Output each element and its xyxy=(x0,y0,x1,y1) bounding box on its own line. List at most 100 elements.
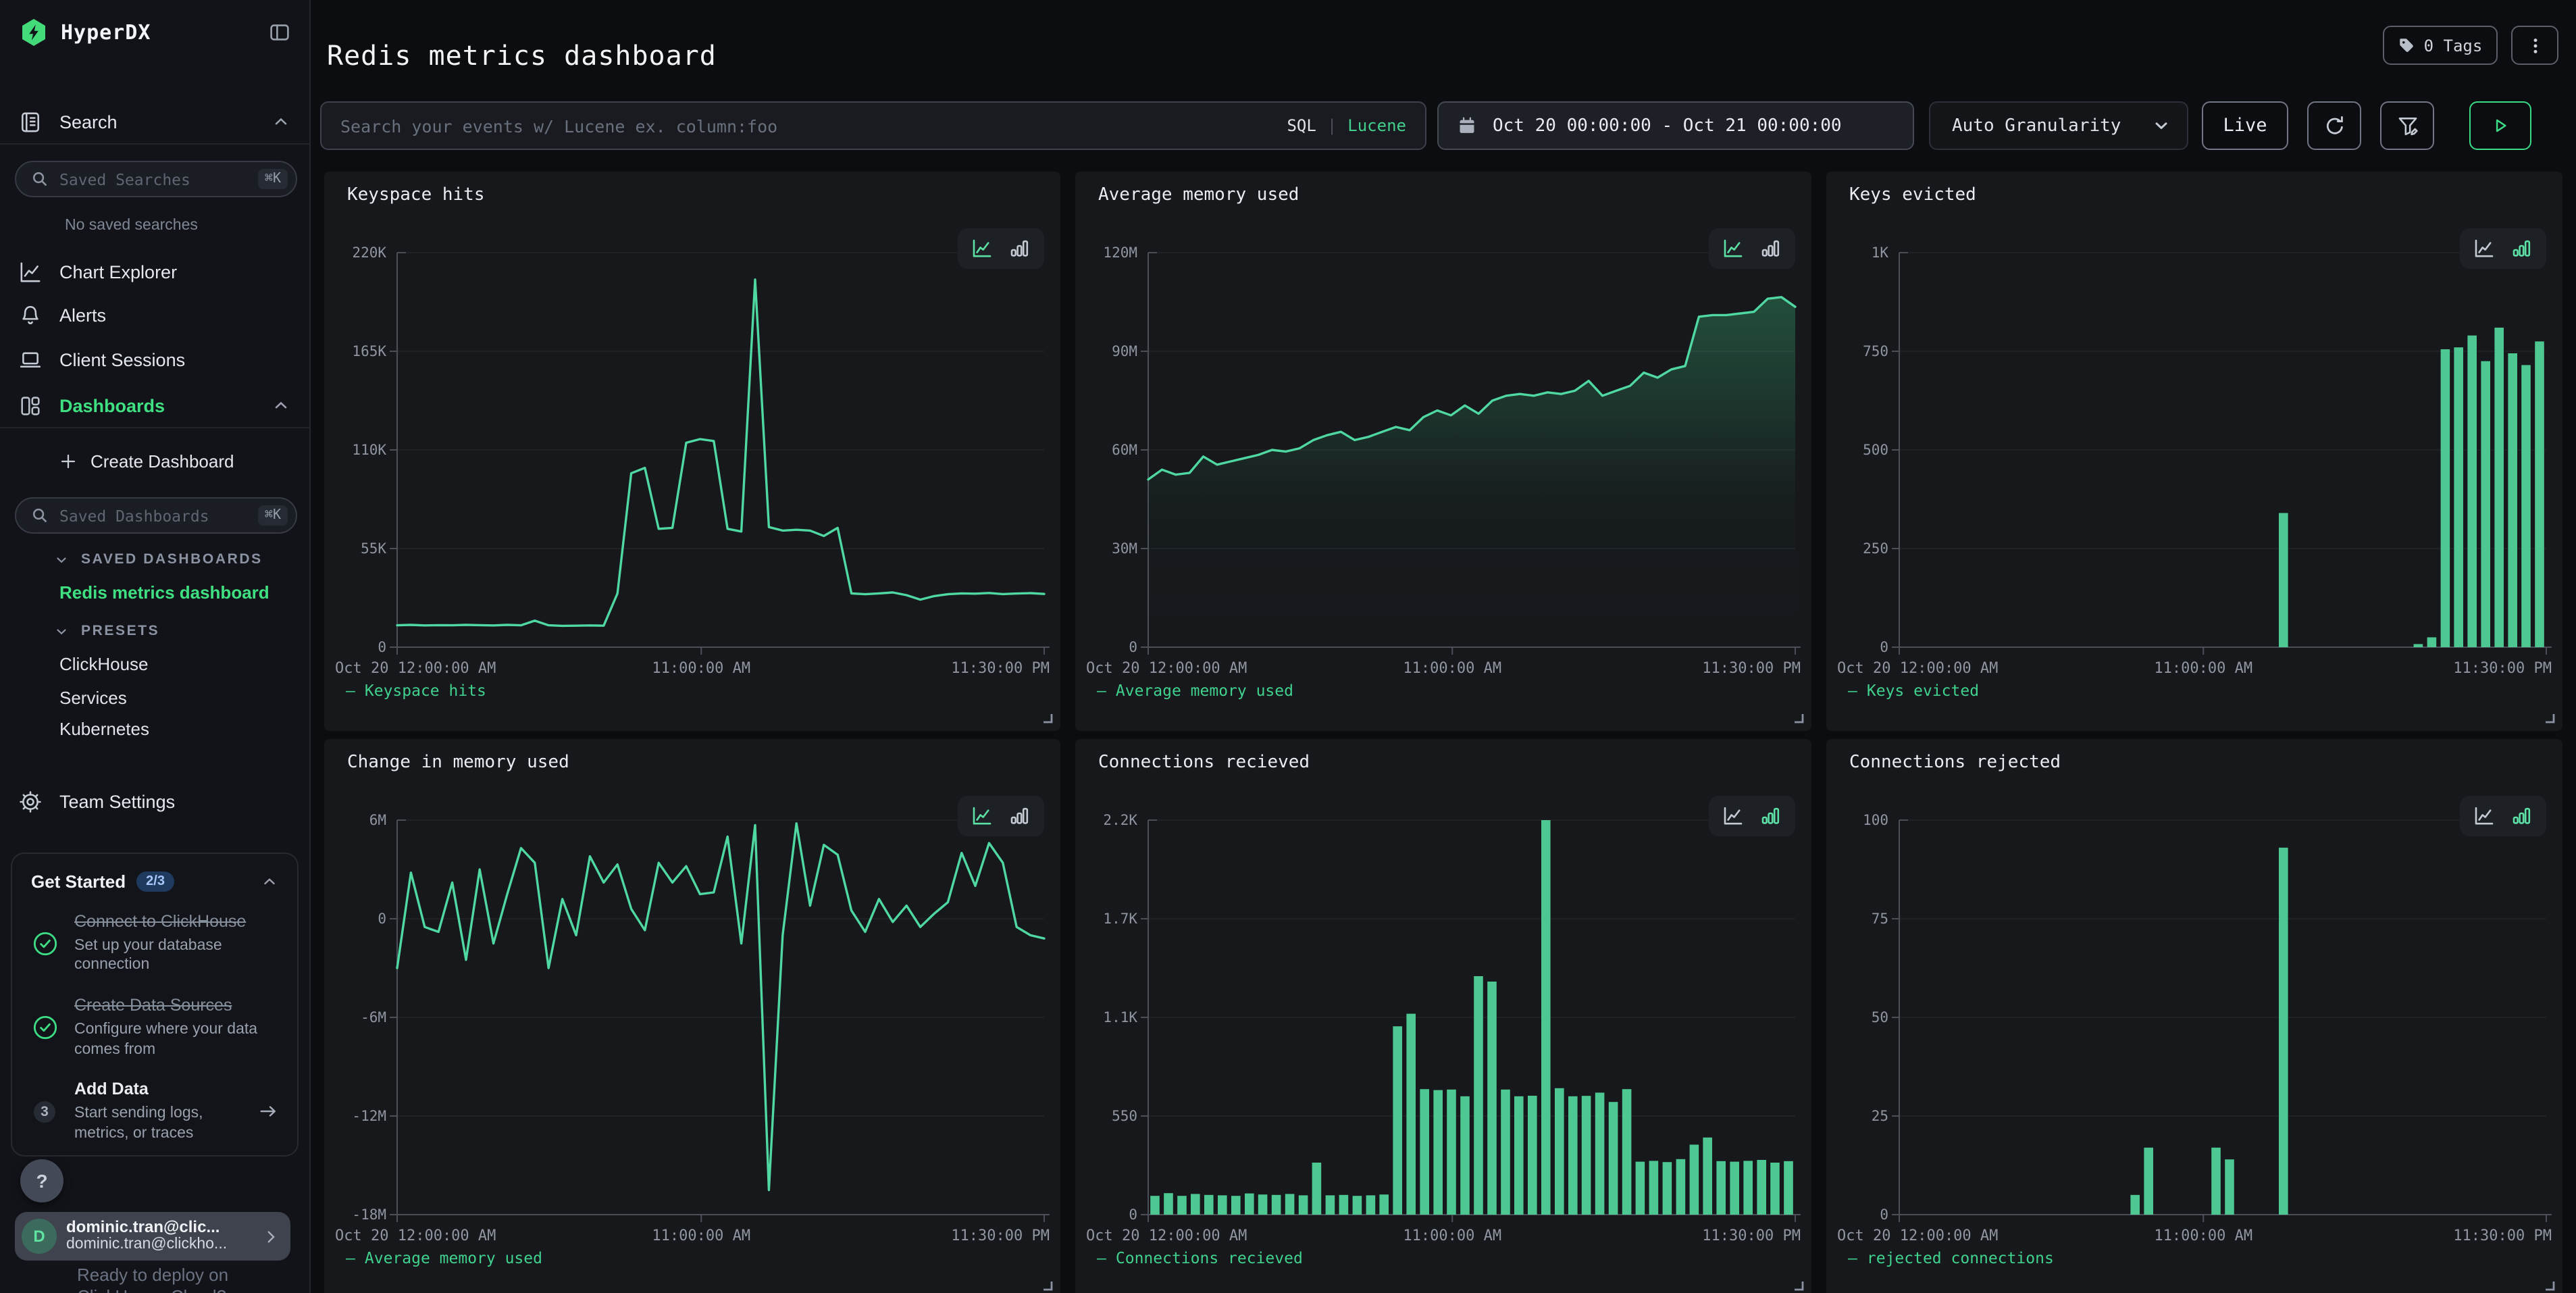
svg-text:0: 0 xyxy=(1129,639,1137,655)
granularity-select[interactable]: Auto Granularity xyxy=(1929,101,2188,150)
legend-label: Average memory used xyxy=(365,1248,542,1267)
sidebar-item-client-sessions[interactable]: Client Sessions xyxy=(0,342,309,377)
cloud-banner-line1: Ready to deploy on xyxy=(77,1265,228,1285)
chart-canvas: 05501.1K1.7K2.2KOct 20 12:00:00 AM11:00:… xyxy=(1075,739,1811,1293)
svg-text:Oct 20 12:00:00 AM: Oct 20 12:00:00 AM xyxy=(1837,660,1998,677)
svg-text:0: 0 xyxy=(1880,639,1888,655)
event-search-field[interactable] xyxy=(321,116,1287,136)
bar-chart-toggle-icon[interactable] xyxy=(1009,238,1031,259)
resize-handle[interactable] xyxy=(1041,1279,1054,1292)
saved-searches-input[interactable]: ⌘K xyxy=(15,161,297,197)
svg-text:110K: 110K xyxy=(352,442,386,458)
preset-clickhouse[interactable]: ClickHouse xyxy=(59,654,149,674)
more-options-button[interactable] xyxy=(2511,26,2558,65)
sidebar-item-search[interactable]: Search xyxy=(0,105,309,138)
line-chart-toggle-icon[interactable] xyxy=(1722,238,1744,259)
svg-text:1K: 1K xyxy=(1872,245,1889,261)
live-button[interactable]: Live xyxy=(2202,101,2288,150)
saved-searches-field[interactable] xyxy=(49,170,258,188)
chart-type-toggle xyxy=(958,796,1044,836)
preset-kubernetes[interactable]: Kubernetes xyxy=(59,719,149,739)
svg-text:0: 0 xyxy=(378,639,386,655)
line-chart-toggle-icon[interactable] xyxy=(971,805,993,827)
chevron-up-icon[interactable] xyxy=(272,112,290,131)
event-search-input[interactable]: SQL | Lucene xyxy=(320,101,1426,150)
saved-dashboards-heading[interactable]: SAVED DASHBOARDS xyxy=(54,551,263,567)
get-started-step-connect[interactable]: Connect to ClickHouse Set up your databa… xyxy=(31,912,278,975)
line-chart-toggle-icon[interactable] xyxy=(2473,805,2495,827)
legend-label: Keys evicted xyxy=(1867,681,1979,700)
svg-text:60M: 60M xyxy=(1112,442,1137,458)
resize-handle[interactable] xyxy=(1793,712,1805,724)
resize-handle[interactable] xyxy=(1793,1279,1805,1292)
resize-handle[interactable] xyxy=(2544,712,2556,724)
app-name: HyperDX xyxy=(61,20,151,45)
svg-text:165K: 165K xyxy=(352,343,386,359)
tags-button[interactable]: 0 Tags xyxy=(2383,26,2498,65)
lucene-toggle[interactable]: Lucene xyxy=(1347,116,1406,135)
progress-badge: 2/3 xyxy=(136,871,174,892)
chevron-up-icon[interactable] xyxy=(272,396,290,415)
chart-legend: —Average memory used xyxy=(1097,681,1293,700)
sql-toggle[interactable]: SQL xyxy=(1287,116,1316,135)
arrow-right-icon[interactable] xyxy=(258,1102,278,1122)
sidebar-item-label: Alerts xyxy=(59,305,106,325)
user-menu[interactable]: D dominic.tran@clic... dominic.tran@clic… xyxy=(15,1212,290,1261)
step-title: Create Data Sources xyxy=(74,996,272,1016)
svg-text:-6M: -6M xyxy=(361,1009,386,1025)
bar-chart-toggle-icon[interactable] xyxy=(1760,805,1782,827)
panel-title: Connections recieved xyxy=(1098,753,1310,773)
get-started-step-add-data[interactable]: 3 Add Data Start sending logs, metrics, … xyxy=(31,1080,278,1144)
chevron-right-icon xyxy=(262,1227,280,1245)
filter-button[interactable] xyxy=(2380,101,2434,150)
saved-dashboard-link-redis[interactable]: Redis metrics dashboard xyxy=(59,582,269,603)
refresh-button[interactable] xyxy=(2307,101,2361,150)
bar-chart-toggle-icon[interactable] xyxy=(1760,238,1782,259)
get-started-step-sources[interactable]: Create Data Sources Configure where your… xyxy=(31,996,278,1059)
legend-swatch: — xyxy=(1097,1248,1106,1267)
line-chart-icon xyxy=(19,260,42,283)
kebab-icon xyxy=(2525,36,2544,55)
date-range-picker[interactable]: Oct 20 00:00:00 - Oct 21 00:00:00 xyxy=(1437,101,1914,150)
line-chart-toggle-icon[interactable] xyxy=(2473,238,2495,259)
svg-text:Oct 20 12:00:00 AM: Oct 20 12:00:00 AM xyxy=(335,1227,496,1244)
create-dashboard-button[interactable]: Create Dashboard xyxy=(0,443,309,478)
step-number-badge: 3 xyxy=(34,1101,55,1123)
get-started-card: Get Started 2/3 Connect to ClickHouse Se… xyxy=(11,853,299,1157)
divider xyxy=(0,427,309,428)
resize-handle[interactable] xyxy=(1041,712,1054,724)
dashboards-grid-icon xyxy=(19,394,42,417)
create-dashboard-label: Create Dashboard xyxy=(91,451,234,471)
sidebar-item-dashboards[interactable]: Dashboards xyxy=(0,388,309,423)
bar-chart-toggle-icon[interactable] xyxy=(1009,805,1031,827)
panel-keyspace-hits: Keyspace hits055K110K165K220KOct 20 12:0… xyxy=(324,172,1060,731)
resize-handle[interactable] xyxy=(2544,1279,2556,1292)
svg-text:11:00:00 AM: 11:00:00 AM xyxy=(2154,1227,2252,1244)
journal-icon xyxy=(19,110,42,133)
sidebar-collapse-icon[interactable] xyxy=(269,22,290,43)
sidebar-item-alerts[interactable]: Alerts xyxy=(0,297,309,332)
saved-dashboards-input[interactable]: ⌘K xyxy=(15,497,297,534)
user-email: dominic.tran@clickho... xyxy=(66,1237,227,1256)
legend-swatch: — xyxy=(1848,681,1857,700)
chevron-up-icon[interactable] xyxy=(261,873,278,890)
presets-heading[interactable]: PRESETS xyxy=(54,623,159,639)
granularity-value: Auto Granularity xyxy=(1952,116,2121,136)
step-subtitle: Set up your database connection xyxy=(74,936,272,976)
svg-text:11:30:00 PM: 11:30:00 PM xyxy=(1702,660,1801,677)
panel-change-in-memory-used: Change in memory used-18M-12M-6M06MOct 2… xyxy=(324,739,1060,1293)
svg-text:11:30:00 PM: 11:30:00 PM xyxy=(951,1227,1050,1244)
preset-services[interactable]: Services xyxy=(59,688,127,708)
sidebar-item-chart-explorer[interactable]: Chart Explorer xyxy=(0,254,309,289)
help-button[interactable]: ? xyxy=(20,1159,63,1202)
bar-chart-toggle-icon[interactable] xyxy=(2511,238,2533,259)
line-chart-toggle-icon[interactable] xyxy=(1722,805,1744,827)
run-query-button[interactable] xyxy=(2469,101,2531,150)
bar-chart-toggle-icon[interactable] xyxy=(2511,805,2533,827)
saved-dashboards-field[interactable] xyxy=(49,506,258,525)
sidebar-item-team-settings[interactable]: Team Settings xyxy=(0,786,309,816)
app-window: HyperDX Search ⌘K No saved searches xyxy=(0,0,2576,1293)
svg-text:500: 500 xyxy=(1863,442,1888,458)
line-chart-toggle-icon[interactable] xyxy=(971,238,993,259)
chart-legend: —Keyspace hits xyxy=(346,681,486,700)
